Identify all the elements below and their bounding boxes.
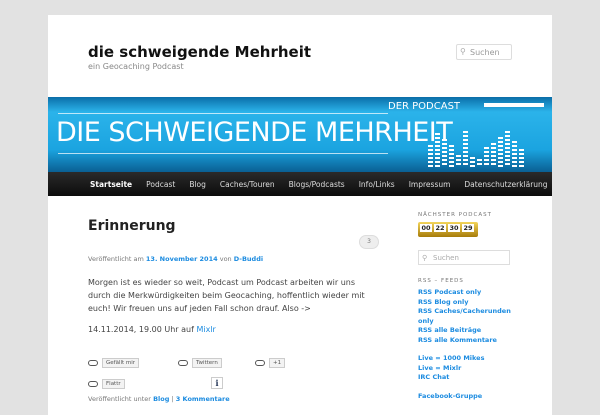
flattr-button[interactable]: Flattr [102,379,125,389]
live-link[interactable]: Live = 1000 Mikes [418,354,528,364]
nav-caches[interactable]: Caches/Touren [220,180,275,189]
rss-link[interactable]: RSS alle Beiträge [418,326,528,336]
rss-link[interactable]: RSS alle Kommentare [418,336,528,346]
countdown-seconds: 29 [462,224,474,232]
separator: | [171,395,174,403]
site-description: ein Geocaching Podcast [88,62,184,71]
comments-link[interactable]: 3 Kommentare [176,395,230,403]
facebook-like-button[interactable]: Gefällt mir [102,358,140,368]
toggle-icon[interactable] [178,360,188,366]
widget-title-rss: RSS – FEEDS [418,278,464,284]
rss-link[interactable]: RSS Caches/Cacherunden only [418,307,528,326]
gplus-button[interactable]: +1 [269,358,286,368]
sidebar-search-input[interactable]: ⚲ Suchen [418,250,510,265]
countdown-minutes: 30 [448,224,460,232]
nav-podcast[interactable]: Podcast [146,180,175,189]
when-text: 14.11.2014, 19.00 Uhr auf [88,325,194,334]
comments-bubble[interactable]: 3 [359,235,379,249]
author-link[interactable]: D-Buddi [234,255,263,263]
search-placeholder: Suchen [433,254,459,262]
widget-title-next-podcast: NÄCHSTER PODCAST [418,212,492,218]
toggle-icon[interactable] [88,360,98,366]
divider [58,113,388,114]
irc-link[interactable]: IRC Chat [418,373,528,383]
banner-subtitle: DER PODCAST [388,101,461,112]
nav-impressum[interactable]: Impressum [409,180,451,189]
header-search-input[interactable]: ⚲ Suchen [456,44,512,60]
category-link[interactable]: Blog [153,395,169,403]
banner-bar [484,103,544,107]
header-banner[interactable]: DIE SCHWEIGENDE MEHRHEIT DER PODCAST [48,97,552,172]
toggle-icon[interactable] [255,360,265,366]
info-icon[interactable]: i [211,377,223,389]
post-meta: Veröffentlicht am 13. November 2014 von … [88,255,263,263]
nav-startseite[interactable]: Startseite [90,180,132,189]
sidebar: NÄCHSTER PODCAST 00 22 30 29 ⚲ Suchen RSS – … [418,212,528,401]
search-placeholder: Suchen [470,48,500,57]
post-date-link[interactable]: 13. November 2014 [146,255,218,263]
countdown: 00 22 30 29 [418,222,478,237]
site-title[interactable]: die schweigende Mehrheit [88,43,311,61]
gplus-share[interactable]: +1 [255,358,286,368]
search-icon: ⚲ [460,47,466,56]
post-footer: Veröffentlicht unter Blog | 3 Kommentare [88,395,230,403]
nav-datenschutz[interactable]: Datenschutzerklärung [464,180,547,189]
search-icon: ⚲ [422,254,428,262]
flattr-share[interactable]: Flattr [88,379,125,389]
banner-title: DIE SCHWEIGENDE MEHRHEIT [56,117,453,148]
footer-prefix: Veröffentlicht unter [88,395,151,403]
post-when: 14.11.2014, 19.00 Uhr auf Mixlr [88,325,216,334]
countdown-days: 00 [420,224,432,232]
twitter-button[interactable]: Twittern [192,358,222,368]
post-body: Morgen ist es wieder so weit, Podcast um… [88,278,365,313]
rss-links: RSS Podcast only RSS Blog only RSS Cache… [418,288,528,401]
meta-by: von [219,255,232,263]
toggle-icon[interactable] [88,381,98,387]
page: die schweigende Mehrheit ein Geocaching … [48,15,552,415]
rss-link[interactable]: RSS Podcast only [418,288,528,298]
nav-blog[interactable]: Blog [189,180,206,189]
meta-prefix: Veröffentlicht am [88,255,144,263]
equalizer-graphic [428,127,524,167]
live-link[interactable]: Live = Mixlr [418,364,528,374]
facebook-share[interactable]: Gefällt mir [88,358,140,368]
nav-blogs-podcasts[interactable]: Blogs/Podcasts [289,180,345,189]
twitter-share[interactable]: Twittern [178,358,222,368]
post-title[interactable]: Erinnerung [88,218,176,234]
nav-info-links[interactable]: Info/Links [359,180,395,189]
countdown-hours: 22 [434,224,446,232]
mixlr-link[interactable]: Mixlr [196,325,215,334]
main-nav: Startseite Podcast Blog Caches/Touren Bl… [48,172,552,196]
rss-link[interactable]: RSS Blog only [418,298,528,308]
divider [58,153,388,154]
